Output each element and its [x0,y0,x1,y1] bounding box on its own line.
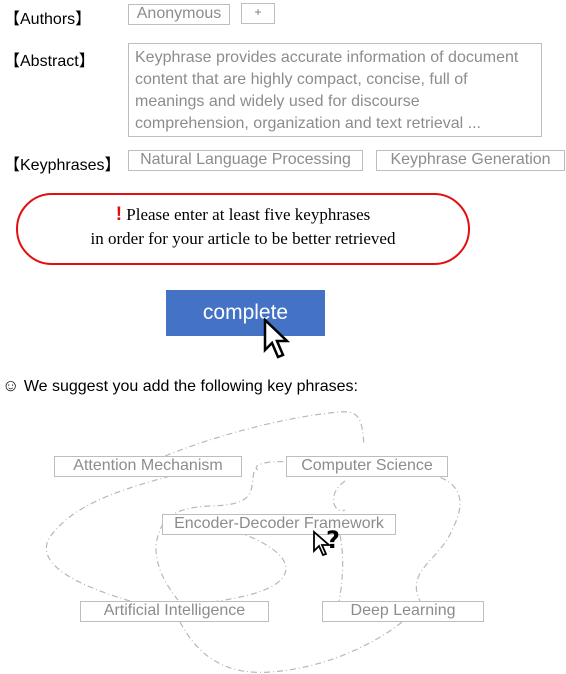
connector-curve [255,460,287,471]
suggested-keyphrase[interactable]: Attention Mechanism [54,456,242,477]
connector-curve [415,473,461,602]
question-mark-icon: ? [326,526,340,554]
suggested-keyphrase[interactable]: Computer Science [286,456,448,477]
connector-curve [332,480,346,512]
suggested-keyphrase[interactable]: Encoder-Decoder Framework [162,514,396,535]
suggestion-connector-curves [45,411,461,673]
connector-curve [179,621,403,673]
suggested-keyphrase[interactable]: Artificial Intelligence [80,601,269,622]
connector-curve [45,475,171,602]
suggested-keyphrase[interactable]: Deep Learning [322,601,484,622]
connector-curve [164,411,365,457]
connector-curve [211,527,287,603]
connector-curve [155,471,255,601]
